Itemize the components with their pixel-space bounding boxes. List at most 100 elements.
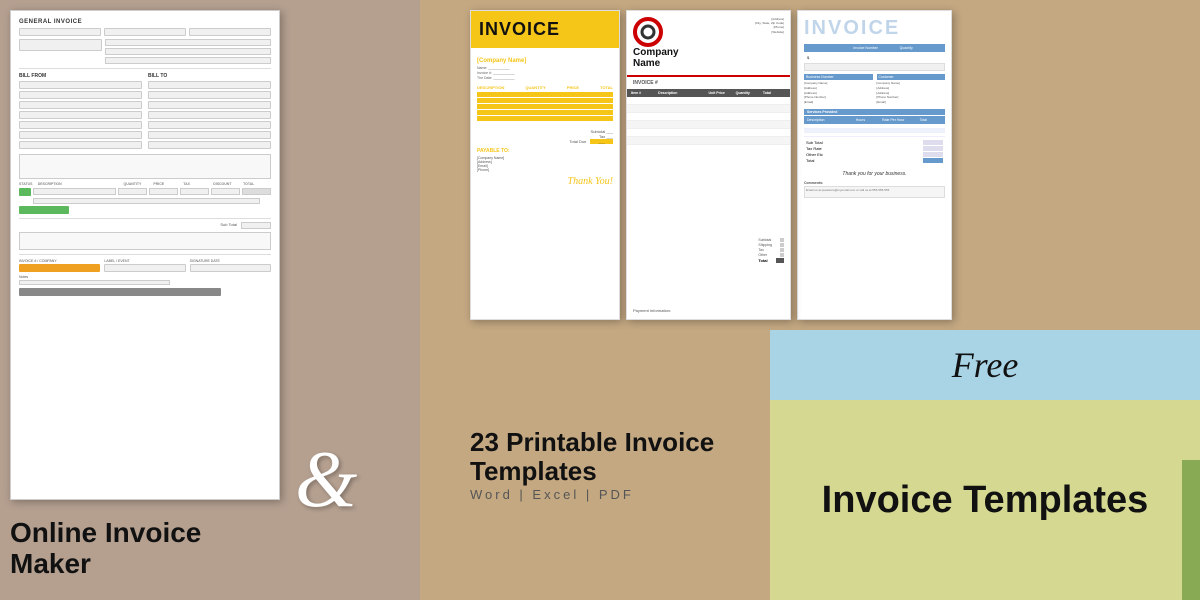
- form-divider-1: [19, 68, 271, 69]
- total-other: Other: [758, 253, 784, 257]
- total-subtotal: Subtotal: [758, 238, 784, 242]
- form-field-address2[interactable]: [105, 57, 271, 64]
- form-field-company[interactable]: [105, 39, 271, 46]
- online-invoice-maker-title: Online Invoice Maker: [10, 518, 201, 580]
- total-total: Total: [758, 258, 784, 263]
- free-text: Free: [952, 344, 1019, 386]
- bill-to-label: BILL TO: [148, 73, 271, 79]
- row-desc-detail[interactable]: [33, 198, 260, 204]
- ampersand-symbol: &: [295, 440, 357, 520]
- invoice-form-mock: GENERAL INVOICE BILL FROM: [10, 10, 280, 500]
- blue-comments-area: Email us at questions@myemail.com or cal…: [804, 186, 945, 198]
- form-field-date[interactable]: [19, 28, 101, 36]
- invoice-templates-banner: Invoice Templates: [770, 400, 1200, 600]
- main-title: 23 Printable Invoice Templates: [470, 428, 750, 485]
- blue-bill-from-header: Business Number: [804, 74, 873, 80]
- invoice-number-label: INVOICE #: [627, 77, 790, 89]
- bill-from-city[interactable]: [19, 121, 142, 129]
- yellow-header: INVOICE: [471, 11, 619, 48]
- row-status-btn[interactable]: [19, 188, 31, 196]
- form-field-logo: [19, 39, 102, 51]
- add-row-btn[interactable]: [19, 206, 69, 214]
- bill-to-email[interactable]: [148, 141, 271, 149]
- yellow-stripe-4: [477, 110, 613, 115]
- bill-from-addr1[interactable]: [19, 91, 142, 99]
- yellow-invoice-title: INVOICE: [479, 19, 611, 40]
- notes-extra-label: Notes: [19, 275, 271, 279]
- bill-from-email[interactable]: [19, 141, 142, 149]
- bill-from-name[interactable]: [19, 81, 142, 89]
- bill-from-addr3[interactable]: [19, 111, 142, 119]
- bill-from-addr2[interactable]: [19, 101, 142, 109]
- bill-from-phone[interactable]: [19, 131, 142, 139]
- bill-to-addr2[interactable]: [148, 101, 271, 109]
- green-accent-bar: [1182, 460, 1200, 600]
- company-name-big: CompanyName: [633, 47, 679, 69]
- bill-to-addr3[interactable]: [148, 111, 271, 119]
- label-event-label: LABEL / EVENT: [104, 259, 185, 263]
- signature-field[interactable]: [190, 264, 271, 272]
- col-total: TOTAL: [243, 182, 271, 186]
- row-desc-1[interactable]: [33, 188, 116, 195]
- total-shipping: Shipping: [758, 243, 784, 247]
- form-divider-2: [19, 218, 271, 219]
- yellow-body: [Company Name] Name: ___________ Invoice…: [471, 52, 619, 193]
- row-tax-1[interactable]: [180, 188, 209, 195]
- bill-to-addr1[interactable]: [148, 91, 271, 99]
- template-company: CompanyName [Address][City, State, Zip C…: [626, 10, 791, 320]
- right-bottom-left: 23 Printable Invoice Templates Word | Ex…: [420, 330, 770, 600]
- bill-to-name[interactable]: [148, 81, 271, 89]
- total-tax: Tax: [758, 248, 784, 252]
- row-discount-1[interactable]: [211, 188, 240, 195]
- yellow-thankyou: Thank You!: [477, 176, 613, 187]
- templates-area: INVOICE [Company Name] Name: ___________…: [420, 0, 1200, 330]
- yellow-info2: Invoice #: ___________: [477, 71, 613, 75]
- blue-col-quantity: Quantity: [900, 46, 942, 50]
- blue-total-row: Total: [804, 158, 945, 163]
- row-price-1[interactable]: [149, 188, 178, 195]
- subtotal-value: [241, 222, 271, 229]
- yellow-stripe-3: [477, 104, 613, 109]
- notes-extra-field[interactable]: [19, 280, 170, 285]
- blue-sub-total: Sub Total: [804, 140, 945, 145]
- line-item-row-1: [19, 188, 271, 196]
- blue-customer-header: Customer: [877, 74, 946, 80]
- subtotal-label: Sub Total: [220, 222, 237, 229]
- submit-button[interactable]: [19, 288, 221, 296]
- blue-tax-row: Tax Rate: [804, 146, 945, 151]
- company-table-row-1: [627, 97, 790, 105]
- blue-dollar: $: [804, 53, 945, 62]
- bill-from-label: BILL FROM: [19, 73, 142, 79]
- blue-service-row-3: [804, 133, 945, 137]
- signature-label: SIGNATURE DATE: [190, 259, 271, 263]
- row-qty-1[interactable]: [118, 188, 147, 195]
- form-field-po[interactable]: [189, 28, 271, 36]
- company-totals: Subtotal Shipping Tax Other Total: [758, 238, 784, 264]
- company-table-row-2: [627, 105, 790, 113]
- form-field-address1[interactable]: [105, 48, 271, 55]
- bill-to-city[interactable]: [148, 121, 271, 129]
- invoice-footer-label: INVOICE # / COMPANY: [19, 259, 100, 263]
- col-price: PRICE: [153, 182, 181, 186]
- bill-to-phone[interactable]: [148, 131, 271, 139]
- yellow-payable: PAYABLE TO:: [477, 148, 613, 154]
- form-field-number[interactable]: [104, 28, 186, 36]
- notes-textarea[interactable]: [19, 154, 271, 179]
- right-bottom-right: Free Invoice Templates: [770, 330, 1200, 600]
- label-event-field[interactable]: [104, 264, 185, 272]
- blue-service-header: Services Provided: [804, 109, 945, 115]
- company-table-header: Item # Description Unit Price Quantity T…: [627, 89, 790, 97]
- yellow-total-due: Total Due ___: [477, 139, 613, 144]
- blue-service-table-header: Description Hours Rate Per Hour Total: [804, 116, 945, 124]
- row-total-1: [242, 188, 271, 195]
- free-banner: Free: [770, 330, 1200, 400]
- main-subtitle: Word | Excel | PDF: [470, 487, 750, 502]
- right-bottom: 23 Printable Invoice Templates Word | Ex…: [420, 330, 1200, 600]
- col-quantity2: Quantity: [736, 91, 759, 95]
- yellow-info3: The Date: ___________: [477, 76, 613, 80]
- yellow-col-total: TOTAL: [600, 85, 613, 90]
- terms-textarea[interactable]: [19, 232, 271, 250]
- col-discount: DISCOUNT: [213, 182, 241, 186]
- template-yellow: INVOICE [Company Name] Name: ___________…: [470, 10, 620, 320]
- blue-thankyou: Thank you for your business.: [804, 171, 945, 177]
